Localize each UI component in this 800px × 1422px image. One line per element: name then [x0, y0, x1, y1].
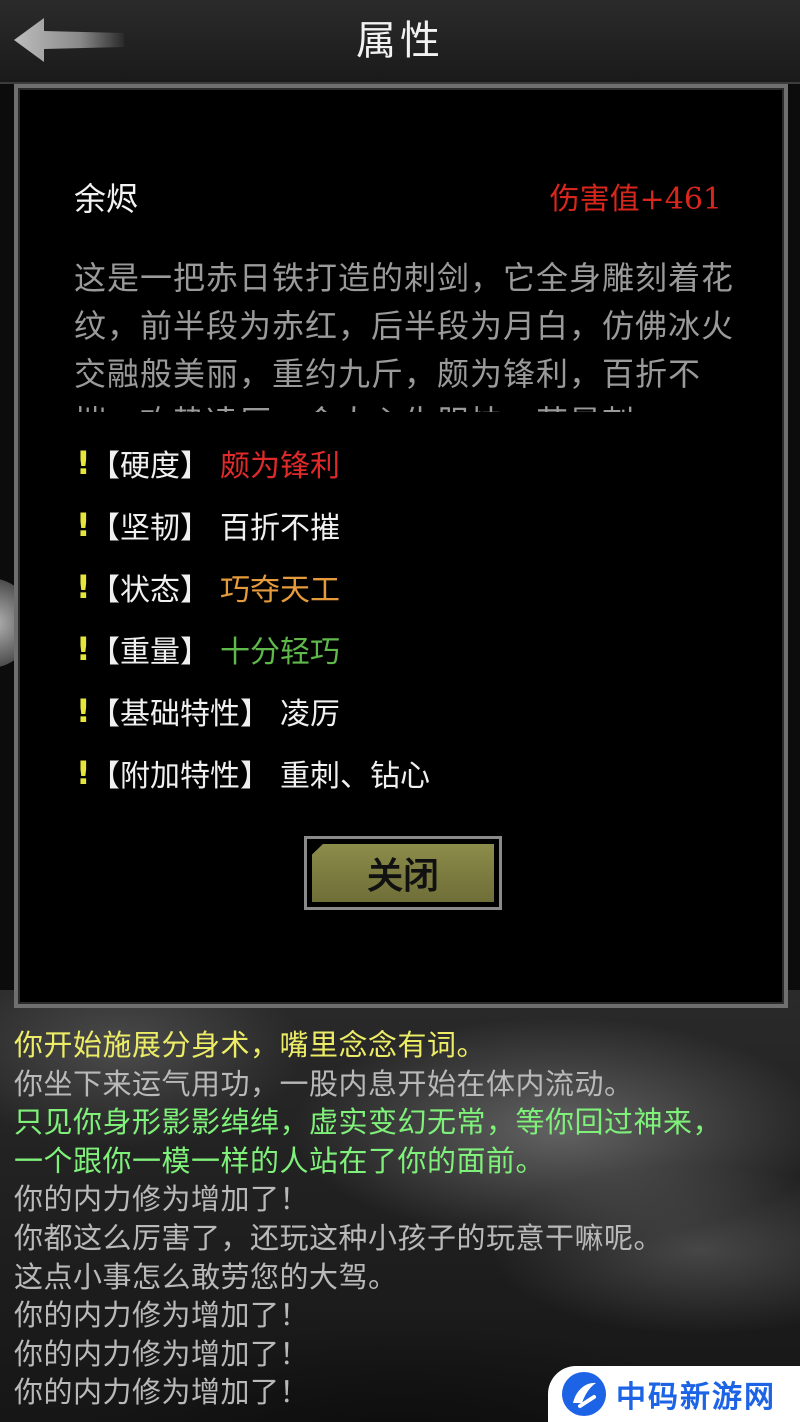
attribute-label: 【坚韧】: [90, 511, 210, 546]
exclamation-icon: !: [76, 754, 91, 792]
attribute-label: 【硬度】: [90, 449, 210, 484]
attribute-row-base-trait: ! 【基础特性】 凌厉: [76, 680, 736, 742]
item-name: 余烬: [74, 180, 139, 218]
damage-value: 伤害值+461: [549, 182, 722, 217]
attribute-value: 重刺、钻心: [280, 759, 430, 794]
close-button[interactable]: 关闭: [304, 836, 502, 910]
log-line: 你都这么厉害了，还玩这种小孩子的玩意干嘛呢。: [14, 1220, 664, 1255]
log-line: 你的内力修为增加了！: [14, 1182, 310, 1217]
attribute-row-weight: ! 【重量】 十分轻巧: [76, 618, 736, 680]
attribute-row-toughness: ! 【坚韧】 百折不摧: [76, 494, 736, 556]
log-line: 一个跟你一模一样的人站在了你的面前。: [14, 1143, 546, 1178]
attribute-list: ! 【硬度】 颇为锋利 ! 【坚韧】 百折不摧 ! 【状态】 巧夺天工 ! 【重…: [76, 432, 736, 804]
log-line: 你开始施展分身术，嘴里念念有词。: [14, 1028, 487, 1062]
exclamation-icon: !: [76, 444, 91, 482]
attribute-label: 【状态】: [90, 573, 210, 608]
attribute-value: 百折不摧: [220, 511, 340, 546]
message-log: 你开始施展分身术，嘴里念念有词。 你坐下来运气用功，一股内息开始在体内流动。 只…: [14, 1026, 794, 1412]
attribute-label: 【基础特性】: [90, 697, 270, 732]
attribute-row-condition: ! 【状态】 巧夺天工: [76, 556, 736, 618]
watermark-text: 中码新游网: [616, 1380, 776, 1415]
exclamation-icon: !: [76, 630, 91, 668]
watermark: 中码新游网: [548, 1366, 800, 1422]
attribute-label: 【附加特性】: [90, 759, 270, 794]
exclamation-icon: !: [76, 692, 91, 730]
log-line: 你坐下来运气用功，一股内息开始在体内流动。: [14, 1066, 634, 1101]
exclamation-icon: !: [76, 506, 91, 544]
log-line: 只见你身形影影绰绰，虚实变幻无常，等你回过神来，: [14, 1105, 723, 1140]
item-detail-panel: 余烬 伤害值+461 这是一把赤日铁打造的刺剑，它全身雕刻着花纹，前半段为赤红，…: [14, 84, 788, 1008]
attribute-label: 【重量】: [90, 635, 210, 670]
close-button-label: 关闭: [312, 844, 494, 902]
top-bar: 属性: [0, 0, 800, 84]
attribute-row-hardness: ! 【硬度】 颇为锋利: [76, 432, 736, 494]
log-line: 你的内力修为增加了！: [14, 1298, 310, 1333]
item-description[interactable]: 这是一把赤日铁打造的刺剑，它全身雕刻着花纹，前半段为赤红，后半段为月白，仿佛冰火…: [74, 254, 754, 412]
attribute-value: 凌厉: [280, 697, 340, 732]
exclamation-icon: !: [76, 568, 91, 606]
page-title: 属性: [356, 18, 444, 64]
log-line: 这点小事怎么敢劳您的大驾。: [14, 1259, 398, 1294]
attribute-row-extra-trait: ! 【附加特性】 重刺、钻心: [76, 742, 736, 804]
attribute-value: 颇为锋利: [220, 449, 340, 484]
attribute-value: 巧夺天工: [220, 573, 340, 608]
brand-logo-icon: [562, 1372, 606, 1416]
attribute-value: 十分轻巧: [220, 635, 340, 670]
